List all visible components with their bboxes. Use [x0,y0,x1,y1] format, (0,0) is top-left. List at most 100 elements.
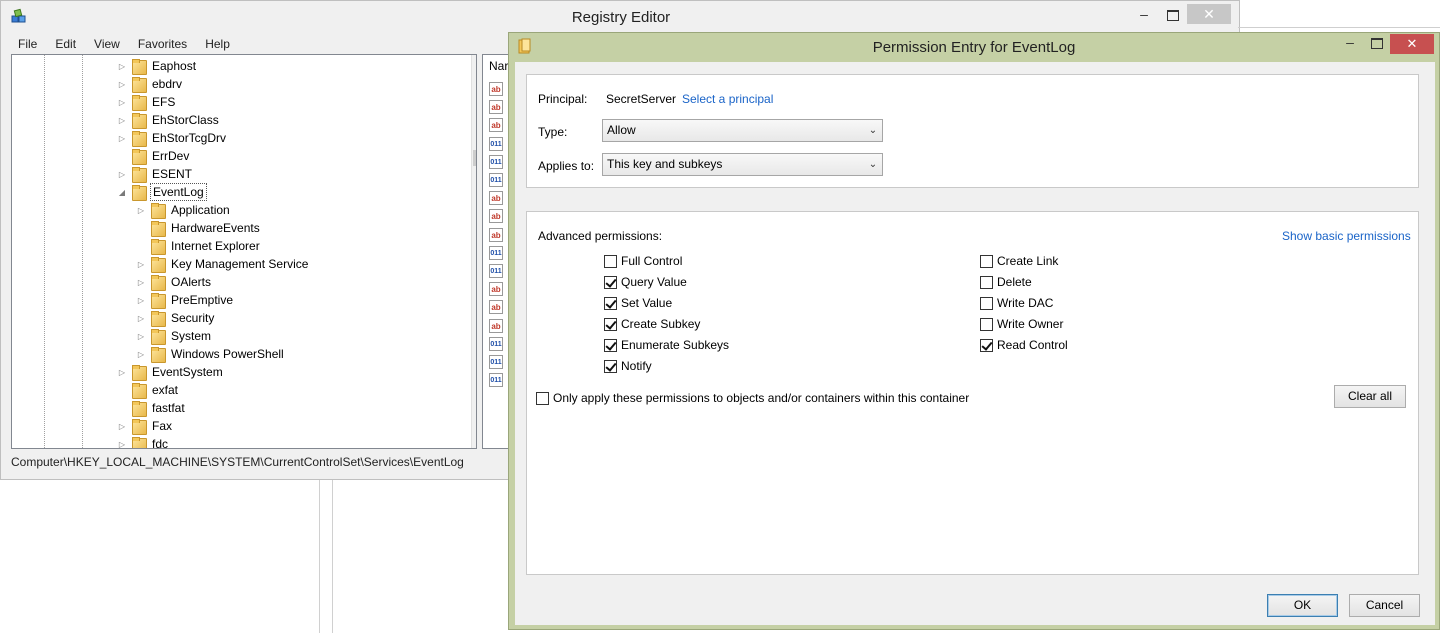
tree-item[interactable]: ErrDev [116,147,191,165]
maximize-button[interactable] [1159,5,1185,25]
type-dropdown[interactable]: Allow ⌄ [602,119,883,142]
menu-file[interactable]: File [9,35,46,53]
expand-arrow-icon[interactable]: ▷ [116,417,128,435]
minimize-button[interactable]: – [1338,35,1362,53]
permission-checkbox-row[interactable]: Write Owner [980,316,1063,332]
tree-item[interactable]: ▷ Application [135,201,232,219]
permission-checkbox-row[interactable]: Read Control [980,337,1068,353]
expand-arrow-icon[interactable]: ▷ [116,435,128,449]
permission-checkbox[interactable] [980,338,993,352]
binary-value-icon[interactable]: 011 [489,245,503,260]
expand-arrow-icon[interactable]: ▷ [135,255,147,273]
tree-item[interactable]: ▷ ebdrv [116,75,184,93]
permission-checkbox[interactable] [604,296,617,310]
tree-item[interactable]: exfat [116,381,180,399]
expand-arrow-icon[interactable]: ▷ [135,273,147,291]
tree-item[interactable]: ▷ Windows PowerShell [135,345,286,363]
tree-item[interactable]: ▷ System [135,327,213,345]
expand-arrow-icon[interactable]: ◢ [116,183,128,201]
only-apply-checkbox[interactable] [536,391,549,405]
tree-item[interactable]: fastfat [116,399,187,417]
close-button[interactable]: ✕ [1390,34,1434,54]
string-value-icon[interactable]: ab [489,82,503,96]
binary-value-icon[interactable]: 011 [489,373,503,388]
cancel-button[interactable]: Cancel [1349,594,1420,617]
tree-item[interactable]: ▷ EhStorTcgDrv [116,129,228,147]
tree-item[interactable]: ▷ ESENT [116,165,194,183]
expand-arrow-icon[interactable]: ▷ [116,129,128,147]
tree-scrollbar[interactable]: ▲ ▼ [471,55,476,448]
ok-button[interactable]: OK [1267,594,1338,617]
maximize-button[interactable] [1364,35,1388,53]
permission-checkbox-row[interactable]: Delete [980,274,1032,290]
tree-item[interactable]: ▷ Eaphost [116,57,198,75]
expand-arrow-icon[interactable]: ▷ [116,111,128,129]
permission-checkbox[interactable] [604,275,617,289]
tree-item[interactable]: ▷ OAlerts [135,273,213,291]
tree-item[interactable]: Internet Explorer [135,237,262,255]
close-button[interactable]: ✕ [1187,4,1231,24]
binary-value-icon[interactable]: 011 [489,336,503,351]
binary-value-icon[interactable]: 011 [489,173,503,187]
permission-checkbox[interactable] [980,317,993,331]
permission-checkbox-row[interactable]: Enumerate Subkeys [604,337,729,353]
select-principal-link[interactable]: Select a principal [682,92,773,106]
tree-item[interactable]: ▷ Fax [116,417,174,435]
permission-checkbox-row[interactable]: Write DAC [980,295,1053,311]
expand-arrow-icon[interactable]: ▷ [135,327,147,345]
menu-favorites[interactable]: Favorites [129,35,196,53]
expand-arrow-icon[interactable]: ▷ [116,165,128,183]
tree-item[interactable]: ▷ Key Management Service [135,255,310,273]
tree-item[interactable]: ▷ Security [135,309,216,327]
expand-arrow-icon[interactable]: ▷ [135,345,147,363]
binary-value-icon[interactable]: 011 [489,154,503,169]
string-value-icon[interactable]: ab [489,100,503,115]
permission-checkbox[interactable] [604,338,617,352]
column-header-name[interactable]: Nar [489,59,508,73]
string-value-icon[interactable]: ab [489,300,503,315]
tree-item[interactable]: ◢ EventLog [116,183,207,201]
menu-help[interactable]: Help [196,35,239,53]
tree-item[interactable]: ▷ EhStorClass [116,111,221,129]
scroll-down-arrow-icon[interactable]: ▼ [472,434,476,446]
tree-item[interactable]: ▷ PreEmptive [135,291,235,309]
permission-checkbox[interactable] [604,359,617,373]
expand-arrow-icon[interactable]: ▷ [116,75,128,93]
tree-item[interactable]: ▷ fdc [116,435,170,449]
string-value-icon[interactable]: ab [489,209,503,224]
permission-checkbox-row[interactable]: Query Value [604,274,687,290]
string-value-icon[interactable]: ab [489,227,503,242]
expand-arrow-icon[interactable]: ▷ [116,57,128,75]
permission-checkbox-row[interactable]: Set Value [604,295,672,311]
expand-arrow-icon[interactable]: ▷ [135,201,147,219]
tree-item[interactable]: ▷ EventSystem [116,363,225,381]
string-value-icon[interactable]: ab [489,191,503,206]
minimize-button[interactable]: – [1131,5,1157,25]
tree-item[interactable]: HardwareEvents [135,219,262,237]
permission-checkbox[interactable] [604,317,617,331]
expand-arrow-icon[interactable]: ▷ [116,363,128,381]
permission-checkbox-row[interactable]: Create Subkey [604,316,700,332]
tree-item[interactable]: ▷ EFS [116,93,177,111]
binary-value-icon[interactable]: 011 [489,136,503,151]
registry-tree[interactable]: ▷ Eaphost ▷ ebdrv ▷ EFS ▷ EhStorClass ▷ EhStorTcg… [11,54,477,449]
menu-edit[interactable]: Edit [46,35,85,53]
permission-checkbox[interactable] [980,275,993,289]
permission-checkbox-row[interactable]: Full Control [604,253,682,269]
permission-checkbox[interactable] [980,296,993,310]
show-basic-permissions-link[interactable]: Show basic permissions [1282,229,1411,243]
menu-view[interactable]: View [85,35,129,53]
clear-all-button[interactable]: Clear all [1334,385,1406,408]
expand-arrow-icon[interactable]: ▷ [135,309,147,327]
expand-arrow-icon[interactable]: ▷ [135,291,147,309]
permission-checkbox-row[interactable]: Create Link [980,253,1058,269]
only-apply-checkbox-row[interactable]: Only apply these permissions to objects … [536,390,969,406]
permission-checkbox[interactable] [604,254,617,268]
scroll-thumb[interactable] [473,150,476,166]
string-value-icon[interactable]: ab [489,282,503,297]
string-value-icon[interactable]: ab [489,118,503,133]
binary-value-icon[interactable]: 011 [489,264,503,278]
permission-checkbox[interactable] [980,254,993,268]
string-value-icon[interactable]: ab [489,318,503,333]
expand-arrow-icon[interactable]: ▷ [116,93,128,111]
